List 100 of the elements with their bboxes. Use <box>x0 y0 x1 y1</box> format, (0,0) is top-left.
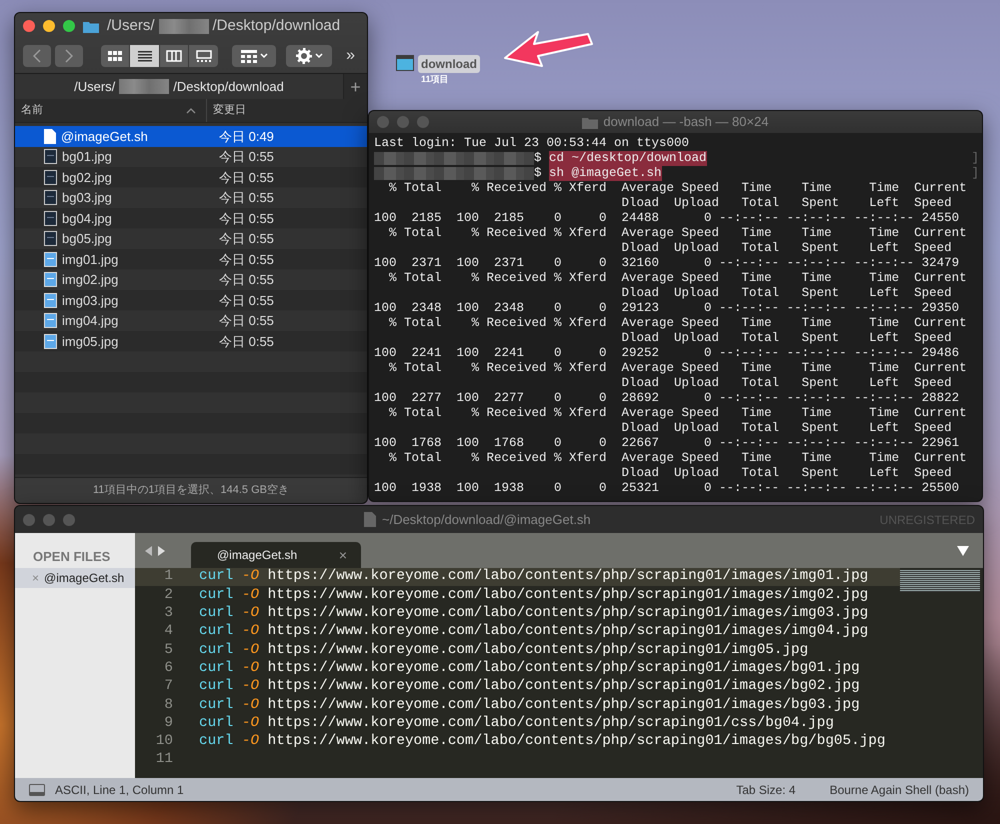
path-tab[interactable]: /Users/ /Desktop/download <box>15 74 343 99</box>
terminal-line: % Total % Received % Xferd Average Speed Time Time Time Current <box>388 451 967 466</box>
file-row[interactable]: img02.jpg 今日 0:55 <box>15 270 367 290</box>
image-file-icon <box>44 292 57 308</box>
action-button[interactable] <box>286 45 332 67</box>
code-line: curl -O https://www.koreyome.com/labo/contents/php/scraping01/images/bg02.jpg <box>198 677 860 696</box>
column-header[interactable]: 変更日 <box>213 102 246 119</box>
file-name: img01.jpg <box>62 250 118 269</box>
file-row[interactable]: bg01.jpg 今日 0:55 <box>15 146 367 167</box>
list-icon <box>136 50 153 62</box>
file-tab[interactable]: @imageGet.sh × <box>191 542 361 568</box>
mark-glyph: ] <box>971 166 979 181</box>
image-file-icon <box>44 149 57 164</box>
cursor-position: ASCII, Line 1, Column 1 <box>55 782 184 798</box>
file-row[interactable]: bg02.jpg 今日 0:55 <box>15 167 367 188</box>
prompt-symbol: $ <box>534 166 542 181</box>
file-date: 今日 0:49 <box>218 128 274 146</box>
open-file-item[interactable]: × @imageGet.sh <box>15 568 135 588</box>
file-name: @imageGet.sh <box>61 128 148 146</box>
minimize-button[interactable] <box>43 20 55 32</box>
file-name: @imageGet.sh <box>44 570 124 587</box>
gear-icon <box>296 48 312 64</box>
terminal-line: 100 2371 100 2371 0 0 32160 0 --:--:-- --:--:-- --:--:-- 32479 <box>374 256 960 271</box>
new-tab-button[interactable]: + <box>343 74 367 99</box>
chevron-left-icon <box>33 49 41 63</box>
syntax-setting[interactable]: Bourne Again Shell (bash) <box>830 780 969 798</box>
code-line: curl -O https://www.koreyome.com/labo/contents/php/scraping01/images/img01.jpg <box>198 567 868 586</box>
code-line: curl -O https://www.koreyome.com/labo/contents/php/scraping01/images/bg03.jpg <box>198 696 860 715</box>
terminal-line: % Total % Received % Xferd Average Speed Time Time Time Current <box>388 406 967 421</box>
mark-glyph: ] <box>971 151 979 166</box>
blurred-username <box>119 79 170 94</box>
image-file-icon <box>44 170 57 185</box>
line-number: 6 <box>163 658 173 678</box>
image-file-icon <box>44 252 57 267</box>
close-icon[interactable]: × <box>338 544 347 566</box>
file-row[interactable]: @imageGet.sh 今日 0:49 <box>15 126 367 146</box>
terminal-line: % Total % Received % Xferd Average Speed Time Time Time Current <box>388 271 967 286</box>
file-name: img05.jpg <box>62 332 118 351</box>
desktop-icon-label[interactable]: download <box>418 55 480 73</box>
terminal-line: 100 2348 100 2348 0 0 29123 0 --:--:-- --:--:-- --:--:-- 29350 <box>374 301 960 316</box>
dropdown-triangle-icon[interactable] <box>957 546 969 556</box>
status-bar: 11項目中の1項目を選択、144.5 GB空き <box>15 477 367 503</box>
terminal-line: 100 1938 100 1938 0 0 25321 0 --:--:-- --:--:-- --:--:-- 25500 <box>374 481 960 496</box>
grid-icon <box>107 50 124 62</box>
line-number: 3 <box>163 604 173 624</box>
file-row[interactable]: img01.jpg 今日 0:55 <box>15 249 367 270</box>
file-row[interactable]: img03.jpg 今日 0:55 <box>15 290 367 310</box>
terminal-line: Dload Upload Total Spent Left Speed <box>620 421 952 436</box>
group-button[interactable] <box>232 45 276 67</box>
line-number: 1 <box>163 567 173 586</box>
file-name: img03.jpg <box>62 292 118 310</box>
tab-size-setting[interactable]: Tab Size: 4 <box>736 780 796 798</box>
file-date: 今日 0:55 <box>218 230 274 248</box>
file-name: img02.jpg <box>62 271 118 289</box>
grid-icon <box>240 50 256 62</box>
line-number: 11 <box>154 750 173 770</box>
left-triangle-icon[interactable] <box>145 546 153 556</box>
sort-caret-icon[interactable] <box>186 108 196 114</box>
terminal-line: % Total % Received % Xferd Average Speed Time Time Time Current <box>388 361 967 376</box>
terminal-line: Dload Upload Total Spent Left Speed <box>620 286 952 301</box>
column-header[interactable]: 名前 <box>21 102 43 119</box>
more-button[interactable]: » <box>342 45 359 67</box>
terminal-line: % Total % Received % Xferd Average Speed Time Time Time Current <box>388 226 967 241</box>
code-line: curl -O https://www.koreyome.com/labo/contents/php/scraping01/css/bg04.jpg <box>198 714 834 733</box>
panel-icon[interactable] <box>29 784 45 796</box>
file-row[interactable]: img05.jpg 今日 0:55 <box>15 331 367 352</box>
forward-button[interactable] <box>55 45 83 67</box>
code-line: curl -O https://www.koreyome.com/labo/contents/php/scraping01/img05.jpg <box>198 640 808 660</box>
terminal-line: % Total % Received % Xferd Average Speed Time Time Time Current <box>388 181 967 196</box>
file-date: 今日 0:55 <box>218 148 274 166</box>
window-icon[interactable] <box>396 55 414 71</box>
file-row[interactable]: bg05.jpg 今日 0:55 <box>15 228 367 249</box>
file-date: 今日 0:55 <box>218 292 274 310</box>
file-row[interactable]: bg04.jpg 今日 0:55 <box>15 208 367 228</box>
file-row[interactable]: bg03.jpg 今日 0:55 <box>15 188 367 208</box>
command-text: sh @imageGet.sh <box>549 166 662 181</box>
terminal-line: % Total % Received % Xferd Average Speed Time Time Time Current <box>388 316 967 331</box>
zoom-button[interactable] <box>63 20 75 32</box>
file-date: 今日 0:55 <box>218 312 274 330</box>
back-button[interactable] <box>23 45 51 67</box>
terminal-line: 100 2185 100 2185 0 0 24488 0 --:--:-- --:--:-- --:--:-- 24550 <box>374 211 960 226</box>
image-file-icon <box>44 313 57 328</box>
blurred-username <box>158 18 209 34</box>
terminal-line: 100 2277 100 2277 0 0 28692 0 --:--:-- --:--:-- --:--:-- 28822 <box>374 391 960 406</box>
minimap[interactable] <box>900 570 980 592</box>
right-triangle-icon[interactable] <box>157 546 165 556</box>
icons-view-button[interactable] <box>101 45 130 67</box>
terminal-line: Dload Upload Total Spent Left Speed <box>620 466 952 481</box>
terminal-line: Dload Upload Total Spent Left Speed <box>620 241 952 256</box>
line-number: 2 <box>163 586 173 605</box>
sidebar-heading: OPEN FILES <box>32 548 112 566</box>
file-name: bg01.jpg <box>62 148 112 166</box>
columns-view-button[interactable] <box>160 45 188 67</box>
file-name: bg02.jpg <box>62 168 112 187</box>
list-view-button[interactable] <box>130 45 159 67</box>
gallery-view-button[interactable] <box>189 45 218 67</box>
file-name: img04.jpg <box>62 312 118 330</box>
close-button[interactable] <box>23 20 35 32</box>
code-line: curl -O https://www.koreyome.com/labo/contents/php/scraping01/images/img04.jpg <box>198 622 868 642</box>
file-row[interactable]: img04.jpg 今日 0:55 <box>15 310 367 331</box>
